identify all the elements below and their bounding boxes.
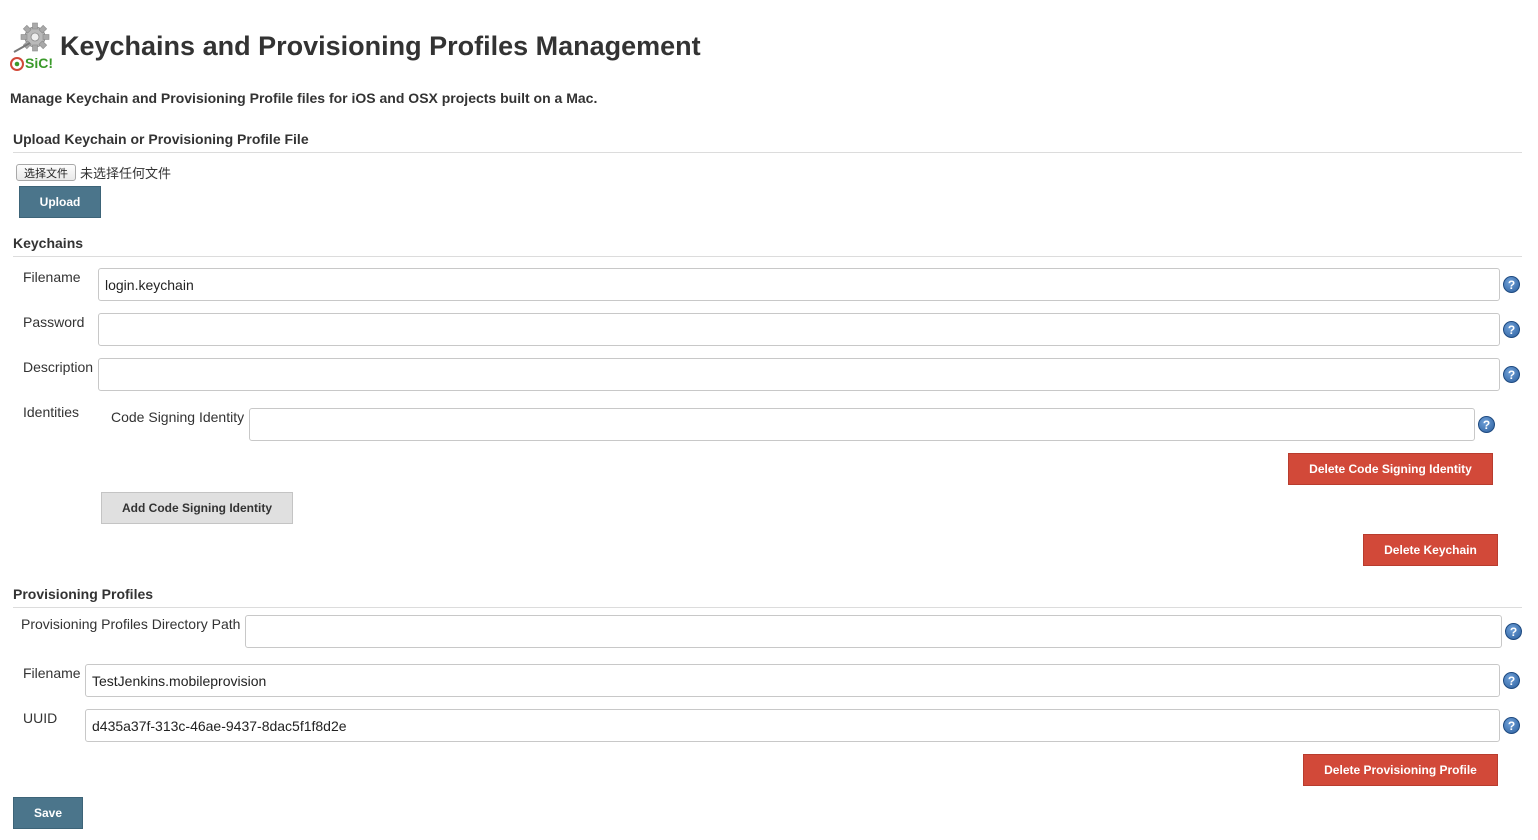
upload-section-heading: Upload Keychain or Provisioning Profile …	[13, 131, 309, 147]
code-signing-identity-label: Code Signing Identity	[111, 409, 245, 425]
page-description: Manage Keychain and Provisioning Profile…	[10, 90, 598, 106]
identities-label: Identities	[23, 404, 80, 420]
help-icon[interactable]: ?	[1505, 623, 1522, 640]
page-header: SiC! Keychains and Provisioning Profiles…	[8, 20, 701, 72]
provisioning-profiles-section-heading: Provisioning Profiles	[13, 586, 154, 602]
add-code-signing-identity-button[interactable]: Add Code Signing Identity	[101, 492, 293, 524]
no-file-chosen-text: 未选择任何文件	[80, 167, 172, 182]
keychain-filename-input[interactable]	[98, 268, 1500, 301]
logo-text: SiC!	[25, 55, 53, 71]
upload-section-divider	[13, 152, 1522, 153]
page-title: Keychains and Provisioning Profiles Mana…	[60, 30, 701, 61]
keychain-password-label: Password	[23, 314, 85, 330]
delete-code-signing-identity-button[interactable]: Delete Code Signing Identity	[1288, 453, 1493, 485]
profile-uuid-label: UUID	[23, 710, 58, 726]
help-icon[interactable]: ?	[1503, 672, 1520, 689]
help-icon[interactable]: ?	[1503, 717, 1520, 734]
delete-keychain-button[interactable]: Delete Keychain	[1363, 534, 1498, 566]
help-icon[interactable]: ?	[1503, 366, 1520, 383]
delete-provisioning-profile-button[interactable]: Delete Provisioning Profile	[1303, 754, 1498, 786]
keychain-password-input[interactable]	[98, 313, 1500, 346]
plugin-logo: SiC!	[8, 21, 58, 71]
save-button[interactable]: Save	[13, 797, 83, 829]
profile-filename-label: Filename	[23, 665, 81, 681]
profiles-directory-path-label: Provisioning Profiles Directory Path	[21, 616, 241, 632]
keychains-section-divider	[13, 256, 1522, 257]
keychain-description-input[interactable]	[98, 358, 1500, 391]
help-icon[interactable]: ?	[1503, 276, 1520, 293]
keychain-description-label: Description	[23, 359, 94, 375]
upload-button[interactable]: Upload	[19, 186, 101, 218]
provisioning-profiles-section-divider	[13, 607, 1522, 608]
help-icon[interactable]: ?	[1503, 321, 1520, 338]
keychain-filename-label: Filename	[23, 269, 81, 285]
gear-icon: SiC!	[10, 22, 53, 71]
help-icon[interactable]: ?	[1478, 416, 1495, 433]
code-signing-identity-input[interactable]	[249, 408, 1475, 441]
profiles-directory-path-input[interactable]	[245, 615, 1502, 648]
keychains-section-heading: Keychains	[13, 235, 84, 251]
profile-filename-input[interactable]	[85, 664, 1500, 697]
profile-uuid-input[interactable]	[85, 709, 1500, 742]
choose-file-button[interactable]: 选择文件	[16, 164, 76, 181]
